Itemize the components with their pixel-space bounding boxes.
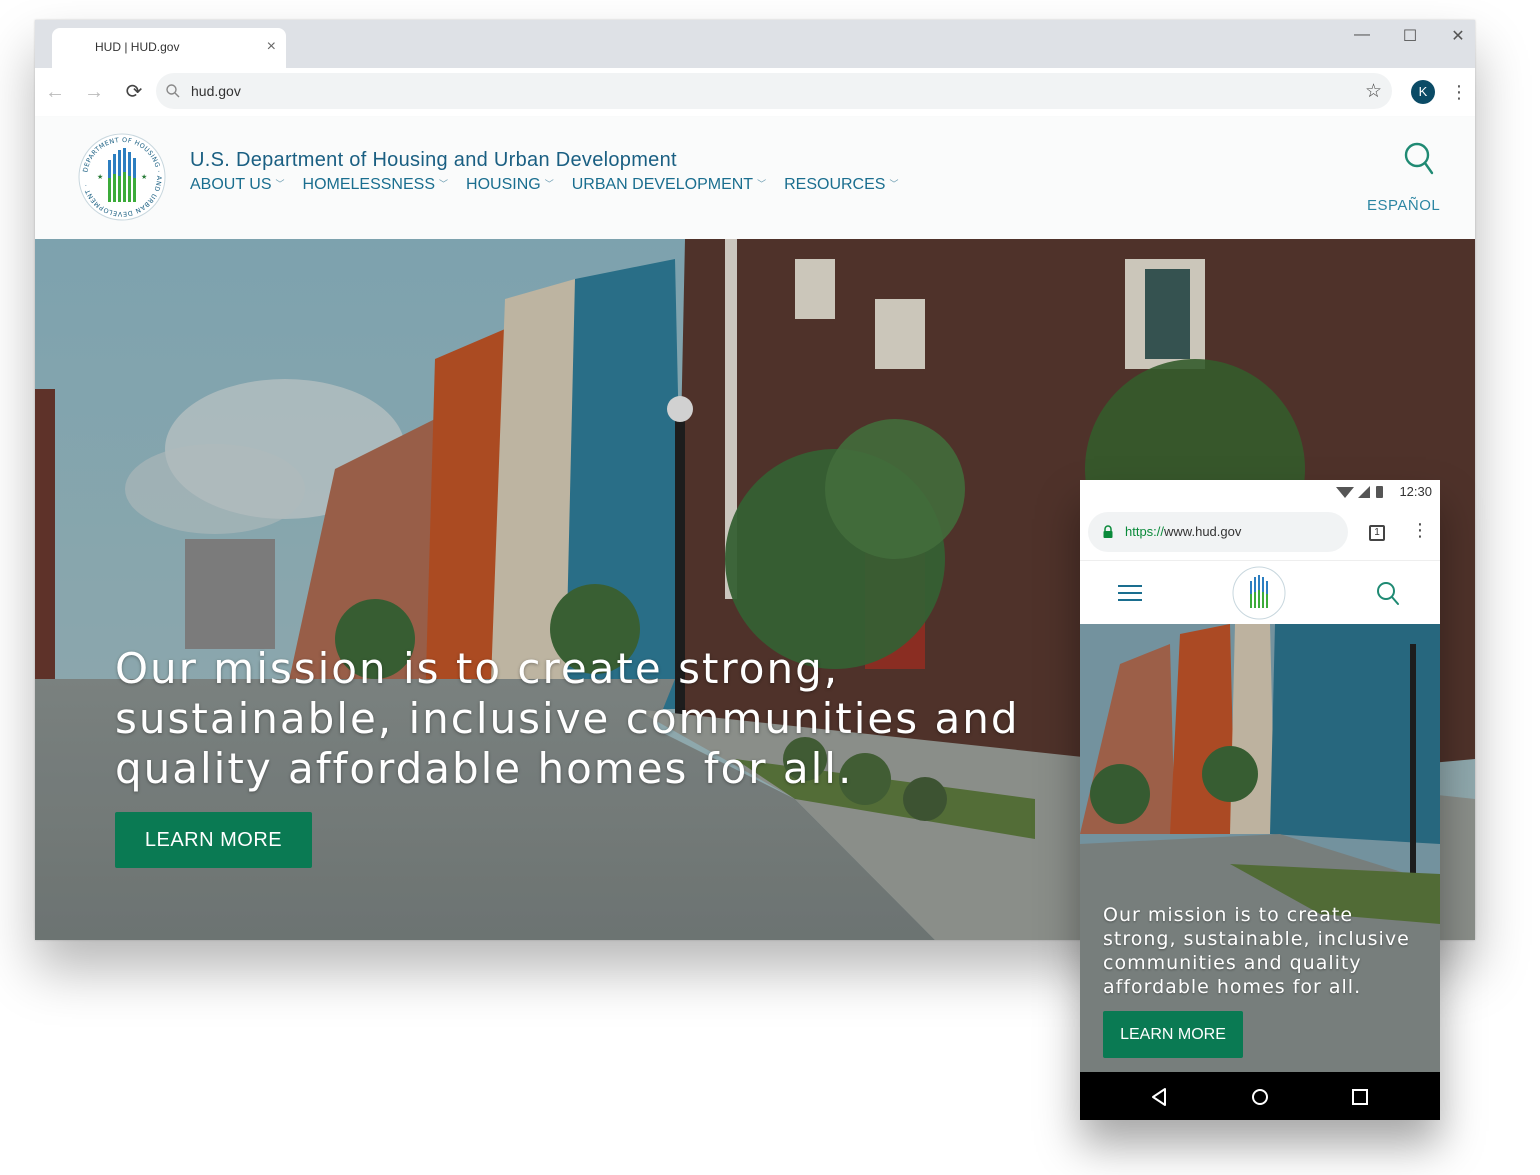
- minimize-icon[interactable]: —: [1347, 26, 1377, 44]
- maximize-icon[interactable]: ☐: [1395, 26, 1425, 46]
- browser-menu-icon[interactable]: ⋮: [1449, 80, 1469, 104]
- nav-urban-development[interactable]: URBAN DEVELOPMENT ﹀: [572, 176, 766, 194]
- browser-toolbar: ← → ⟳ hud.gov ☆ K ⋮: [35, 68, 1475, 117]
- main-navigation: ABOUT US ﹀ HOMELESSNESS ﹀ HOUSING ﹀ URBAN DEVE…: [190, 176, 916, 196]
- mobile-browser-toolbar: https://www.hud.gov 1 ⋮: [1080, 504, 1440, 560]
- back-icon[interactable]: ←: [43, 80, 67, 104]
- nav-resources[interactable]: RESOURCES ﹀: [784, 176, 898, 194]
- hud-seal-logo[interactable]: [1231, 565, 1287, 621]
- profile-avatar[interactable]: K: [1411, 80, 1435, 104]
- nav-home-icon[interactable]: [1250, 1087, 1270, 1107]
- hud-seal-logo[interactable]: DEPARTMENT OF HOUSING · AND URBAN DEVELO…: [77, 132, 167, 222]
- mobile-learn-more-button[interactable]: LEARN MORE: [1103, 1011, 1243, 1058]
- battery-icon: [1376, 486, 1383, 498]
- mobile-hero-banner: Our mission is to create strong, sustain…: [1080, 624, 1440, 1072]
- reload-icon[interactable]: ⟳: [122, 80, 146, 104]
- url-scheme: https://: [1125, 524, 1165, 539]
- url-host: www.hud.gov: [1164, 524, 1242, 539]
- android-navigation-bar: [1080, 1072, 1440, 1120]
- tab-close-icon[interactable]: ×: [267, 37, 276, 57]
- nav-urban-development-label: URBAN DEVELOPMENT: [571, 176, 754, 193]
- status-bar: 12:30: [1080, 480, 1440, 504]
- browser-tab[interactable]: HUD | HUD.gov ×: [52, 28, 286, 68]
- signal-icon: [1358, 486, 1370, 498]
- wifi-icon: [1336, 487, 1354, 498]
- svg-text:★: ★: [141, 173, 147, 181]
- nav-housing-label: HOUSING: [466, 176, 541, 193]
- chevron-down-icon: ﹀: [757, 179, 767, 189]
- status-time: 12:30: [1399, 484, 1432, 499]
- nav-homelessness[interactable]: HOMELESSNESS ﹀: [303, 176, 449, 194]
- tab-switcher-icon[interactable]: 1: [1369, 525, 1385, 541]
- hero-mission-statement: Our mission is to create strong, sustain…: [115, 644, 1020, 793]
- nav-about-us[interactable]: ABOUT US ﹀: [190, 176, 285, 194]
- site-search-icon[interactable]: [1402, 140, 1436, 180]
- mobile-search-icon[interactable]: [1376, 581, 1400, 607]
- forward-icon[interactable]: →: [82, 80, 106, 104]
- learn-more-button[interactable]: LEARN MORE: [115, 812, 312, 868]
- chevron-down-icon: ﹀: [544, 179, 554, 189]
- nav-recents-icon[interactable]: [1350, 1087, 1370, 1107]
- nav-homelessness-label: HOMELESSNESS: [302, 176, 435, 193]
- mobile-address-bar[interactable]: https://www.hud.gov: [1088, 512, 1348, 552]
- mobile-site-header: [1080, 560, 1440, 625]
- mobile-address-url: https://www.hud.gov: [1125, 524, 1241, 539]
- window-close-icon[interactable]: ✕: [1443, 26, 1473, 46]
- chevron-down-icon: ﹀: [275, 179, 285, 189]
- mobile-menu-icon[interactable]: ⋮: [1411, 520, 1429, 541]
- tab-title: HUD | HUD.gov: [95, 40, 180, 54]
- svg-text:★: ★: [97, 173, 103, 181]
- nav-back-icon[interactable]: [1150, 1087, 1170, 1107]
- nav-housing[interactable]: HOUSING ﹀: [466, 176, 554, 194]
- site-header: DEPARTMENT OF HOUSING · AND URBAN DEVELO…: [35, 116, 1475, 239]
- mobile-device: 12:30 https://www.hud.gov 1 ⋮ Our missio…: [1080, 480, 1440, 1120]
- nav-about-us-label: ABOUT US: [190, 176, 272, 193]
- tab-strip: HUD | HUD.gov × — ☐ ✕: [35, 20, 1475, 68]
- mobile-hero-mission-statement: Our mission is to create strong, sustain…: [1103, 904, 1410, 998]
- search-icon: [166, 84, 180, 98]
- mobile-hero-photo: [1080, 624, 1440, 1072]
- address-bar[interactable]: hud.gov ☆: [156, 73, 1392, 109]
- hamburger-menu-icon[interactable]: [1118, 583, 1142, 603]
- status-icons: [1336, 486, 1383, 498]
- chevron-down-icon: ﹀: [889, 179, 899, 189]
- address-url: hud.gov: [191, 83, 241, 99]
- chevron-down-icon: ﹀: [439, 179, 449, 189]
- site-title[interactable]: U.S. Department of Housing and Urban Dev…: [190, 149, 677, 172]
- lock-icon: [1103, 525, 1113, 538]
- bookmark-star-icon[interactable]: ☆: [1365, 80, 1382, 103]
- nav-resources-label: RESOURCES: [784, 176, 886, 193]
- espanol-link[interactable]: ESPAÑOL: [1367, 197, 1440, 214]
